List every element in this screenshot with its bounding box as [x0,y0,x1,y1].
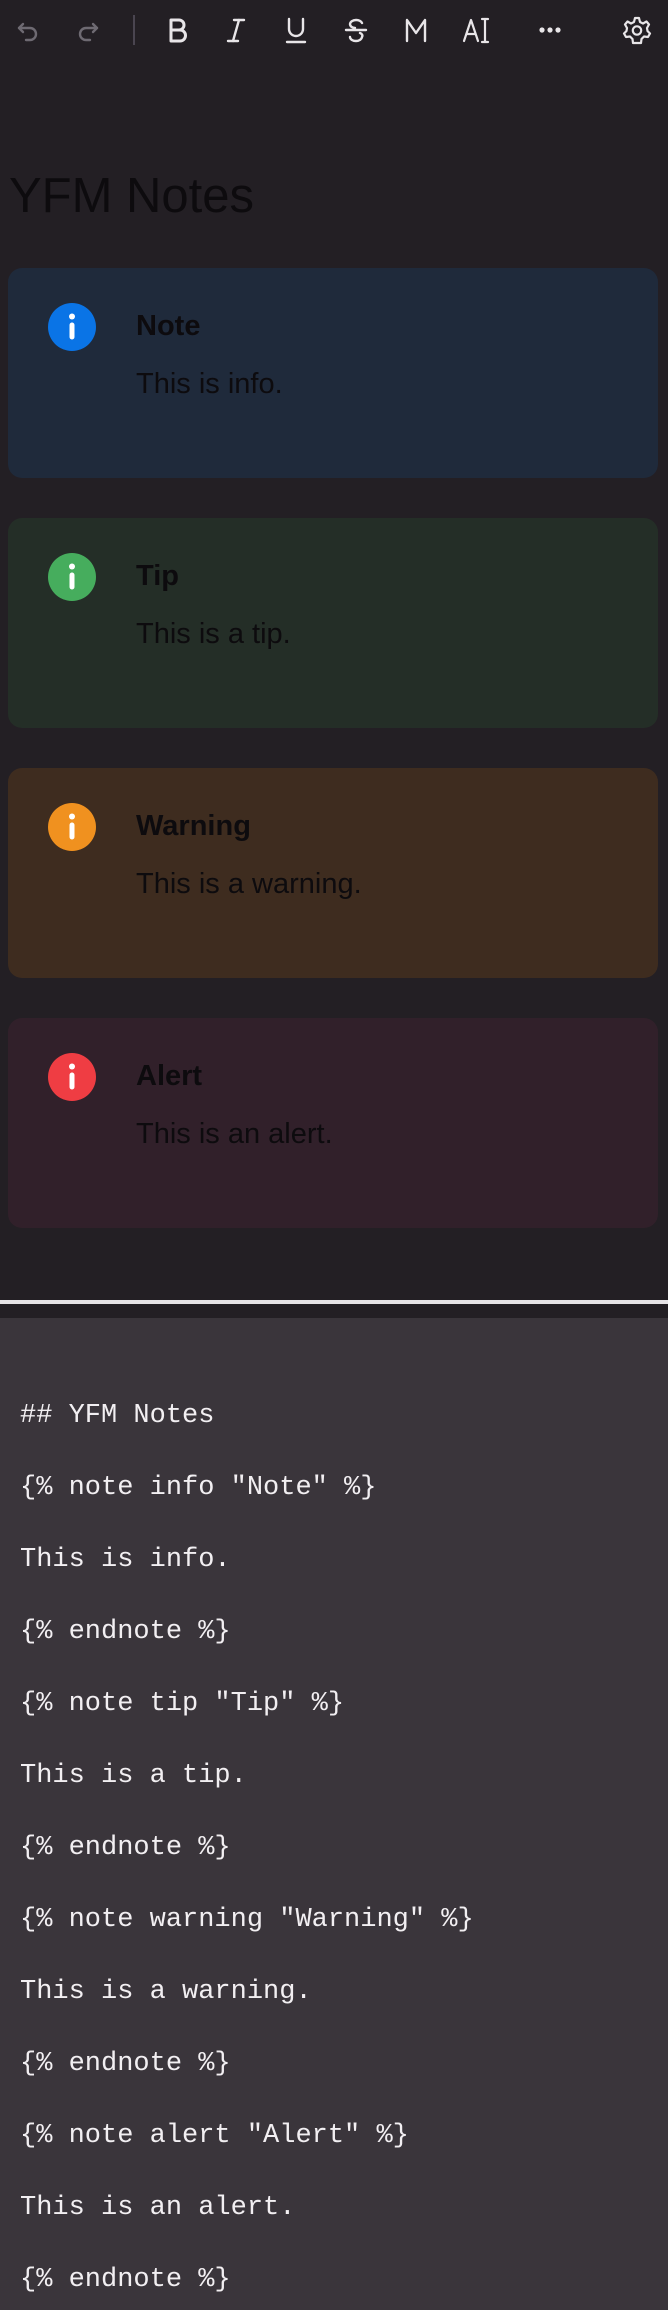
more-button[interactable] [530,10,570,50]
bold-button[interactable] [157,10,197,50]
source-line[interactable]: {% note info "Note" %} [20,1470,376,1506]
undo-button[interactable] [8,10,48,50]
note-info: Note This is info. [8,268,658,478]
warning-icon [48,803,96,851]
source-line[interactable]: This is a warning. [20,1974,312,2010]
undo-icon [17,22,38,42]
source-line[interactable]: {% endnote %} [20,2046,231,2082]
split-divider[interactable] [0,1300,668,1304]
note-title: Note [136,310,201,342]
source-line[interactable]: {% note warning "Warning" %} [20,1902,474,1938]
note-body: This is an alert. [136,1118,333,1150]
source-line[interactable]: {% endnote %} [20,1614,231,1650]
strikethrough-icon [344,18,368,43]
source-line[interactable]: {% note tip "Tip" %} [20,1686,344,1722]
note-body: This is a warning. [136,868,362,900]
italic-icon [226,18,246,43]
markdown-source-editor[interactable]: ## YFM Notes {% note info "Note" %} This… [0,1318,668,2310]
gear-icon [622,16,652,45]
source-line[interactable]: This is a tip. [20,1758,247,1794]
note-tip: Tip This is a tip. [8,518,658,728]
note-title: Tip [136,560,179,592]
note-alert: Alert This is an alert. [8,1018,658,1228]
note-title: Warning [136,810,251,842]
strikethrough-button[interactable] [336,10,376,50]
text-cursor-icon [462,17,490,44]
editor-toolbar [0,0,668,60]
underline-icon [285,17,307,44]
note-warning: Warning This is a warning. [8,768,658,978]
italic-button[interactable] [216,10,256,50]
mono-m-icon [405,18,427,43]
settings-button[interactable] [617,10,657,50]
source-line[interactable]: {% endnote %} [20,2262,231,2298]
toolbar-separator [133,15,135,45]
source-line[interactable]: {% endnote %} [20,1830,231,1866]
tip-icon [48,553,96,601]
source-line[interactable]: {% note alert "Alert" %} [20,2118,409,2154]
more-dots-icon [539,27,561,33]
underline-button[interactable] [276,10,316,50]
source-line[interactable]: This is info. [20,1542,231,1578]
source-line[interactable]: This is an alert. [20,2190,295,2226]
note-body: This is a tip. [136,618,291,650]
alert-icon [48,1053,96,1101]
info-icon [48,303,96,351]
page-title: YFM Notes [9,169,255,223]
bold-icon [169,18,187,43]
mono-button[interactable] [396,10,436,50]
redo-icon [78,22,99,42]
source-line[interactable]: ## YFM Notes [20,1398,214,1434]
note-title: Alert [136,1060,203,1092]
text-format-button[interactable] [456,10,496,50]
redo-button[interactable] [68,10,108,50]
note-body: This is info. [136,368,283,400]
